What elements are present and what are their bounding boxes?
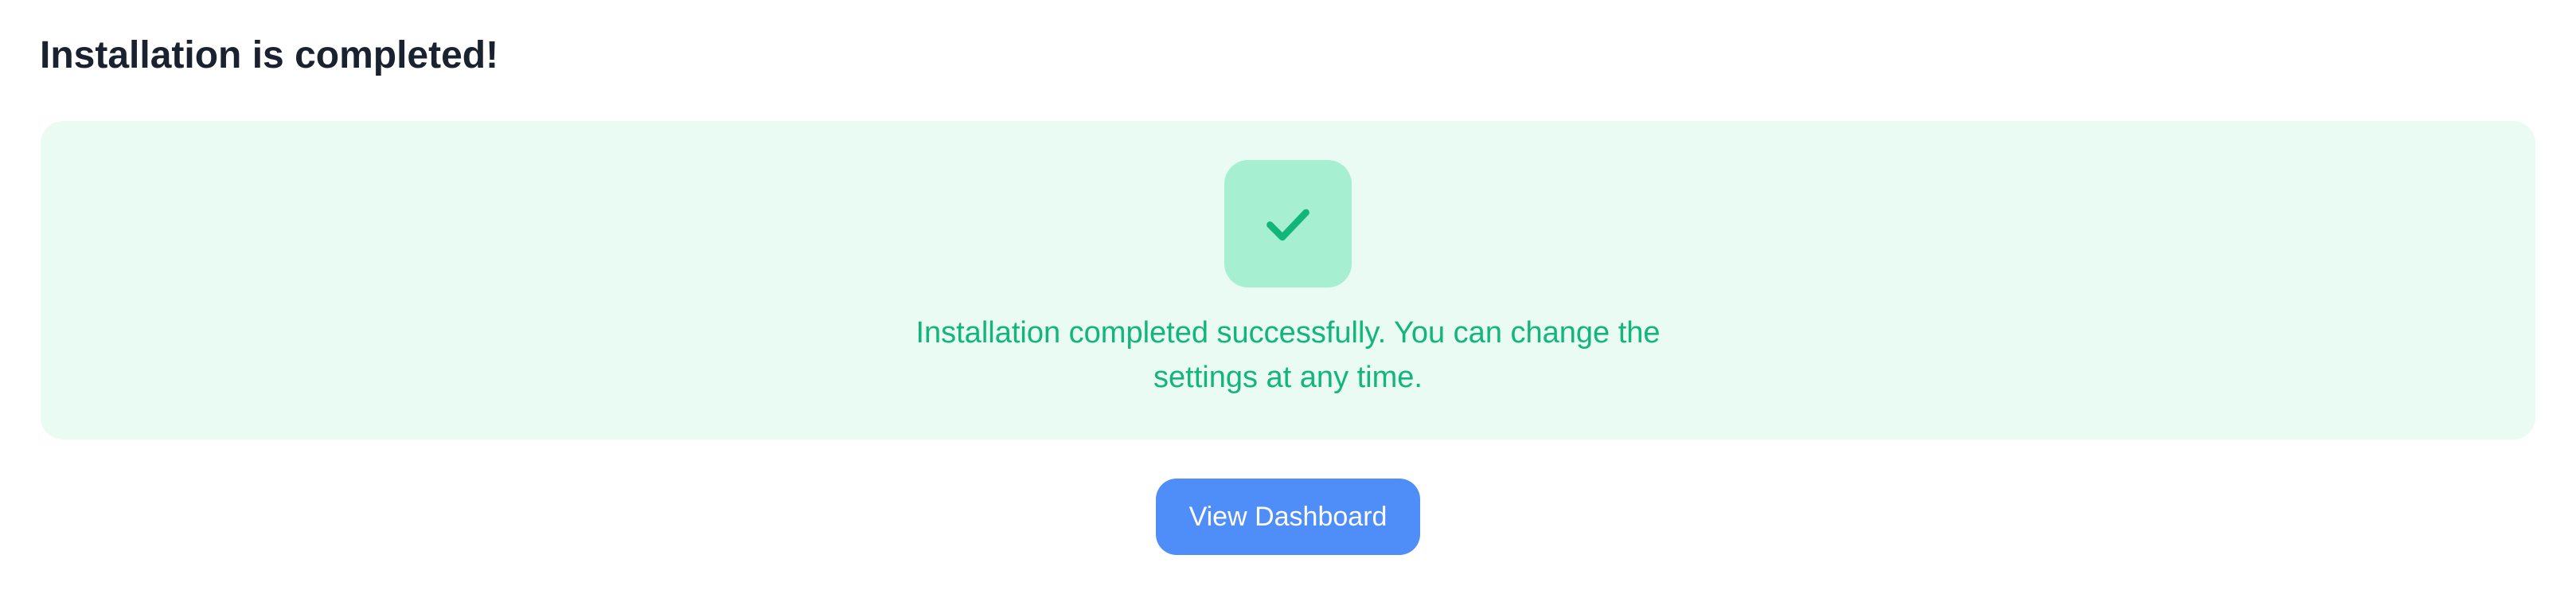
success-panel: Installation completed successfully. You… [41, 121, 2535, 440]
success-message: Installation completed successfully. You… [915, 316, 1661, 394]
view-dashboard-button[interactable]: View Dashboard [1156, 479, 1420, 555]
success-badge [1224, 160, 1352, 287]
page-title: Installation is completed! [40, 34, 499, 76]
check-icon [1267, 209, 1309, 241]
